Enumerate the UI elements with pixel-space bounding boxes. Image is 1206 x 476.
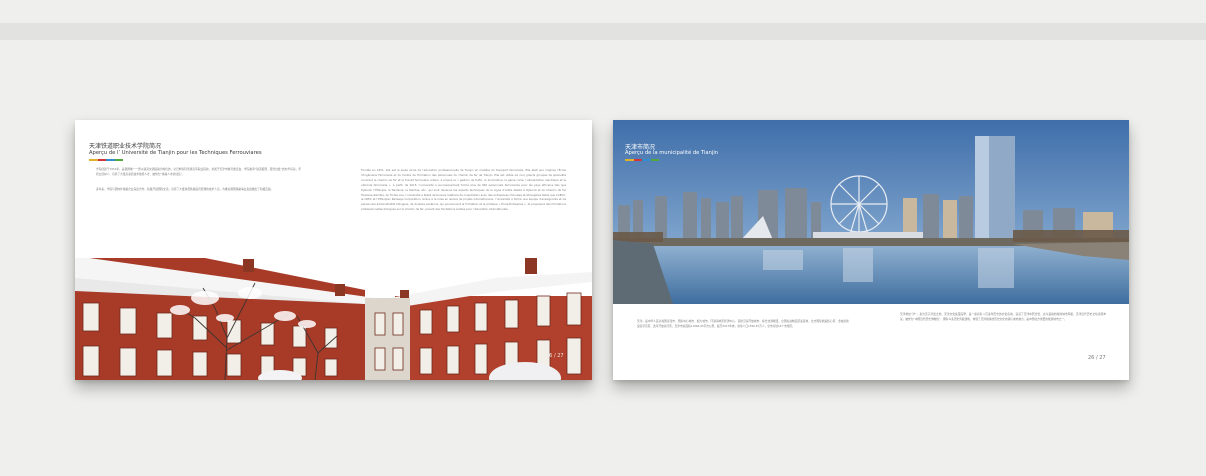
title-fr: Aperçu de la municipalité de Tianjin [625,150,719,156]
accent-green [650,159,659,161]
body-cn-paragraph-1: 学院创建于1951年，是我国唯一一所以铁道交通运输为特色的，全日制专科普通高等职… [96,167,301,176]
top-band [0,23,1206,40]
accent-yellow [89,159,98,161]
title-fr: Aperçu de l’ Université de Tianjin pour … [89,150,262,156]
accent-red [97,159,106,161]
body-cn-paragraph-2: 多年来，学院与国内外铁路企业深度合作，积极开展国际交流，培养了大批熟悉铁路运营管… [96,187,274,191]
title-cn: 天津铁道职业技术学院简况 [89,143,162,150]
body-fr-paragraph: Fondée en 1951, elle est la seule école … [361,168,566,212]
accent-blue [106,159,115,161]
campus-photo [75,258,592,380]
body-cn-right: 天津地处“津”，素为天子津渡之地，天津文化底蕴深厚，是一座具有八百多年历史的文化… [900,312,1106,321]
accent-green [114,159,123,161]
brochure-spread-tianjin: 天津市简况 Aperçu de la municipalité de Tianj… [613,120,1129,380]
tianjin-city-photo [613,120,1129,304]
brochure-spread-university: 天津铁道职业技术学院简况 Aperçu de l’ Université de … [75,120,592,380]
page-number: 26 / 27 [1088,355,1106,361]
accent-red [633,159,642,161]
accent-yellow [625,159,634,161]
accent-bar [89,159,123,161]
body-cn-left: 天津，是中华人民共和国直辖市、国家中心城市、超大城市、环渤海地区经济中心、首批沿… [637,319,849,328]
accent-blue [642,159,651,161]
accent-bar [625,159,659,161]
page-number: 26 / 27 [546,353,564,359]
